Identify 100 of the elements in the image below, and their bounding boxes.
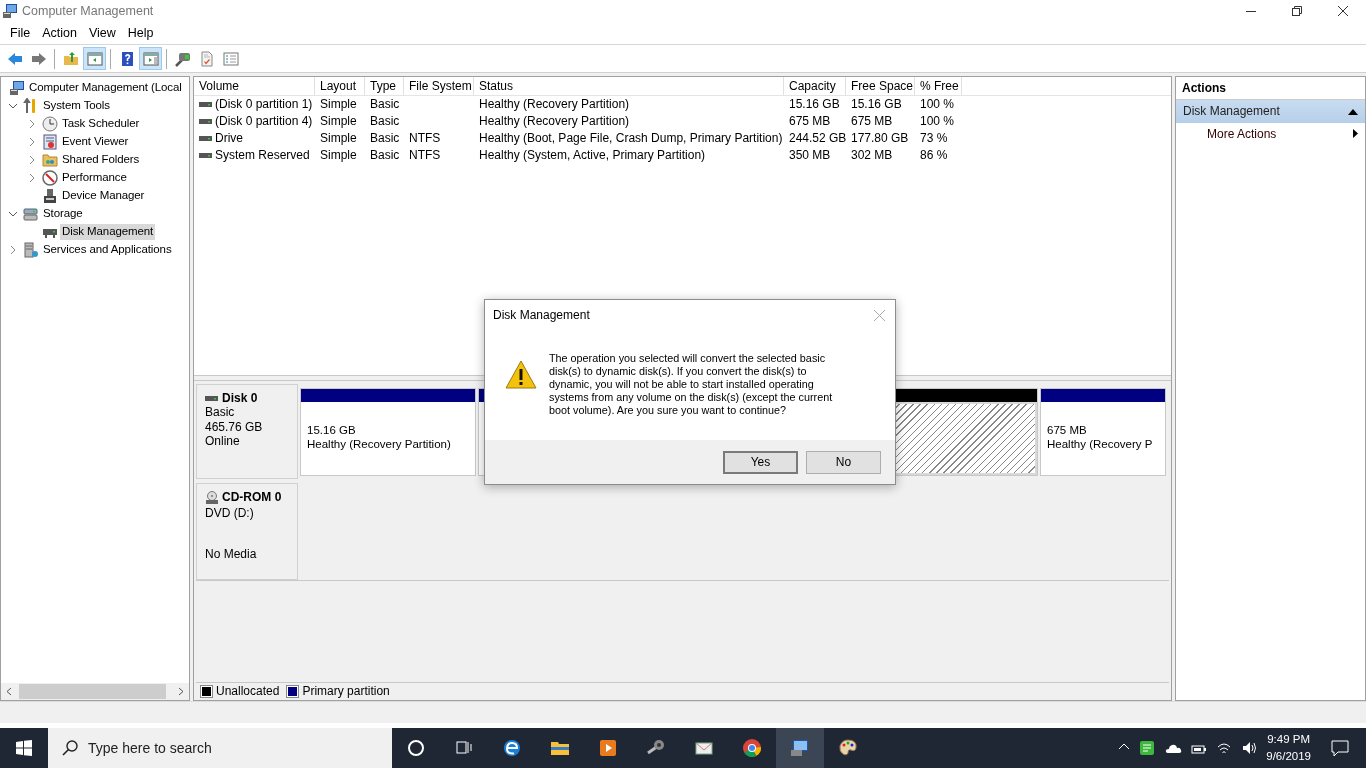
table-cell: Basic (370, 114, 400, 129)
table-cell: Basic (370, 131, 400, 146)
table-cell: 15.16 GB (851, 97, 902, 112)
monitor-icon (790, 738, 810, 758)
wifi-icon[interactable] (1216, 740, 1233, 756)
table-cell: Simple (320, 114, 357, 129)
table-cell: Healthy (System, Active, Primary Partition) (479, 148, 706, 163)
column-header[interactable]: File System (404, 77, 474, 95)
table-cell: Simple (320, 148, 357, 163)
dialog-button[interactable]: Yes (723, 450, 798, 474)
tree-item[interactable]: Device Manager (60, 188, 147, 204)
column-header[interactable]: Layout (315, 77, 365, 95)
menu-item[interactable]: Action (36, 23, 83, 43)
column-header[interactable]: Status (474, 77, 784, 95)
drive-icon (199, 118, 212, 125)
dialog-title: Disk Management (493, 308, 590, 324)
table-cell: Basic (370, 97, 400, 112)
partition-status: Healthy (Recovery P (1047, 437, 1154, 452)
partition-status: Healthy (Recovery Partition) (307, 437, 452, 452)
console-tree-button[interactable] (83, 47, 106, 70)
tree-item[interactable]: Computer Management (Local (27, 80, 184, 96)
cd-icon (205, 490, 219, 504)
tree-item[interactable]: Event Viewer (60, 134, 131, 150)
folder-icon (42, 152, 58, 168)
tree-item[interactable]: Disk Management (60, 224, 156, 240)
table-cell: 675 MB (789, 114, 831, 129)
action-link[interactable]: More Actions (1207, 126, 1277, 142)
close-icon (874, 309, 885, 321)
scrollbar-thumb[interactable] (19, 684, 166, 699)
server-icon (23, 242, 39, 258)
legend-label: Primary partition (302, 684, 390, 699)
storage-icon (23, 206, 39, 222)
table-cell: 177.80 GB (851, 131, 909, 146)
menu-item[interactable]: File (4, 23, 37, 43)
table-cell: System Reserved (215, 148, 310, 163)
partition[interactable]: 15.16 GB Healthy (Recovery Partition) (300, 388, 476, 476)
connect-icon (174, 50, 191, 67)
drive-icon (199, 101, 212, 108)
disk-status: Online (205, 434, 241, 449)
warning-icon (505, 360, 537, 390)
tree-item[interactable]: Services and Applications (41, 242, 174, 258)
palette-icon (838, 738, 858, 758)
disk-name: Disk 0 (222, 391, 258, 406)
tree-item[interactable]: System Tools (41, 98, 112, 114)
partition-size: 675 MB (1047, 424, 1088, 438)
menu-item[interactable]: Help (121, 23, 160, 43)
table-cell: 73 % (920, 131, 948, 146)
window-title: Computer Management (22, 3, 154, 19)
tree-item[interactable]: Performance (60, 170, 129, 186)
document-icon (198, 50, 215, 67)
action-pane-icon (142, 50, 159, 67)
cortana-icon (406, 738, 426, 758)
disk-label[interactable]: CD-ROM 0 DVD (D:) No Media (196, 483, 298, 580)
submenu-arrow-icon (1353, 129, 1358, 139)
table-cell: Simple (320, 97, 357, 112)
disk-type: Basic (205, 405, 236, 420)
console-tree-icon (86, 50, 103, 67)
log-icon (42, 134, 58, 150)
clock-icon (42, 116, 58, 132)
tree-item[interactable]: Storage (41, 206, 85, 222)
forward-icon (30, 50, 47, 67)
table-cell: Healthy (Boot, Page File, Crash Dump, Primary Partition) (479, 131, 783, 146)
table-cell: (Disk 0 partition 1) (215, 97, 313, 112)
back-icon (6, 50, 23, 67)
clock-time[interactable]: 9:49 PM (1266, 730, 1311, 748)
table-cell: Healthy (Recovery Partition) (479, 97, 630, 112)
column-header[interactable]: Capacity (784, 77, 846, 95)
computer-icon (2, 3, 18, 19)
table-cell: (Disk 0 partition 4) (215, 114, 313, 129)
tree-item[interactable]: Task Scheduler (60, 116, 142, 132)
partition-size: 15.16 GB (307, 424, 357, 438)
table-cell: 302 MB (851, 148, 893, 163)
menu-item[interactable]: View (82, 23, 122, 43)
app-tray-icon[interactable] (1139, 740, 1156, 756)
table-cell: 15.16 GB (789, 97, 840, 112)
table-cell: 86 % (920, 148, 948, 163)
tree-item[interactable]: Shared Folders (60, 152, 142, 168)
table-cell: 350 MB (789, 148, 831, 163)
dialog-button[interactable]: No (806, 450, 881, 474)
table-cell: 100 % (920, 114, 955, 129)
search-field[interactable]: Type here to search (48, 728, 392, 768)
partition[interactable]: 675 MB Healthy (Recovery P (1040, 388, 1166, 476)
disk-label[interactable]: Disk 0 Basic 465.76 GB Online (196, 384, 298, 479)
column-header[interactable]: Free Space (846, 77, 915, 95)
clock-date[interactable]: 9/6/2019 (1266, 748, 1311, 766)
table-cell: 244.52 GB (789, 131, 847, 146)
column-header[interactable]: Type (365, 77, 404, 95)
drive-icon (199, 152, 212, 159)
folder-up-icon (62, 50, 79, 67)
legend-label: Unallocated (216, 684, 280, 699)
column-header[interactable]: % Free (915, 77, 962, 95)
table-cell: Simple (320, 131, 357, 146)
device-icon (42, 188, 58, 204)
table-cell: NTFS (409, 148, 441, 163)
volume-icon[interactable] (1241, 740, 1258, 756)
table-cell: 100 % (920, 97, 955, 112)
dialog-message: The operation you selected will convert the selected basic disk(s) to dynamic disk(s). If you convert the disk(s) to dynamic, you will not be able to start installed operating systems from any volume on the disk(s) (except the current boot volume). Are you sure you want to continue? (549, 352, 834, 418)
column-header[interactable]: Volume (194, 77, 315, 95)
section-title: Disk Management (1183, 104, 1280, 119)
table-cell: NTFS (409, 131, 441, 146)
